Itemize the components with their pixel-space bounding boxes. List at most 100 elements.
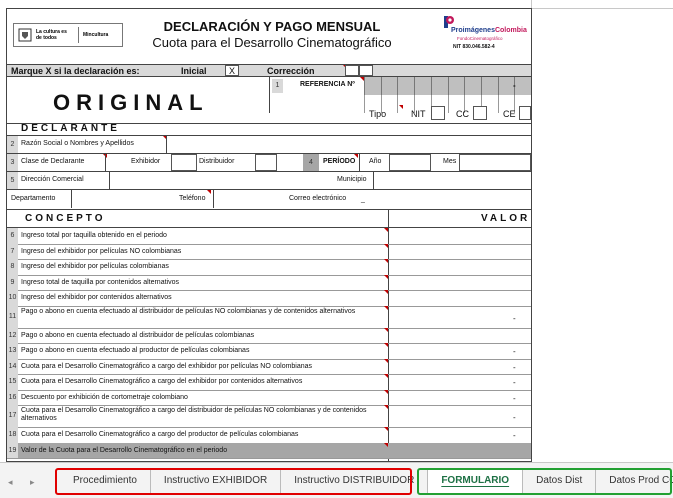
declarante-title: DECLARANTE	[21, 123, 120, 134]
concept-value[interactable]: -	[513, 413, 516, 422]
concept-value[interactable]: -	[513, 378, 516, 387]
divider	[7, 171, 531, 172]
declaration-type-label: Marque X si la declaración es:	[11, 66, 140, 76]
comment-indicator[interactable]	[384, 274, 388, 279]
concepto-title: CONCEPTO	[25, 213, 106, 224]
spreadsheet-area[interactable]: La cultura es de todos Mincultura DECLAR…	[0, 0, 673, 463]
field-number: 2	[7, 136, 18, 153]
distribuidor-checkbox[interactable]	[255, 154, 277, 171]
comment-indicator[interactable]	[384, 358, 388, 363]
periodo-label: PERÍODO	[323, 158, 356, 165]
divider	[7, 343, 531, 344]
correccion-label: Corrección	[267, 66, 315, 76]
comment-indicator[interactable]	[384, 374, 388, 378]
field-number: 5	[7, 172, 18, 189]
ce-checkbox[interactable]	[519, 106, 531, 120]
cc-label: CC	[456, 109, 469, 119]
concept-label: Valor de la Cuota para el Desarrollo Cin…	[21, 446, 228, 454]
cell-border	[359, 154, 360, 171]
divider	[7, 427, 531, 428]
concept-label: Pago o abono en cuenta efectuado al dist…	[21, 331, 255, 339]
proimagenes-logo: ProimágenesColombia FondoCinematográfico…	[439, 13, 531, 57]
concept-label: Pago o abono en cuenta efectuado al dist…	[21, 307, 356, 315]
divider	[7, 458, 531, 459]
field-number: 19	[7, 442, 18, 458]
comment-indicator[interactable]	[384, 228, 388, 232]
id-type-label: Tipo	[369, 109, 387, 119]
concept-label: Cuota para el Desarrollo Cinematográfico…	[21, 378, 303, 385]
mes-label: Mes	[443, 158, 457, 165]
inicial-checkbox[interactable]: X	[225, 65, 239, 76]
anio-input[interactable]	[389, 154, 431, 171]
form-header: La cultura es de todos Mincultura DECLAR…	[7, 9, 531, 64]
cell-border	[109, 172, 110, 189]
logo-divider	[78, 27, 79, 43]
field-number: 11	[7, 305, 18, 328]
comment-indicator[interactable]	[384, 343, 388, 347]
nit-checkbox[interactable]	[431, 106, 445, 120]
cell-border	[373, 172, 374, 189]
comment-indicator[interactable]	[384, 305, 388, 310]
correccion-box-2[interactable]	[359, 65, 373, 76]
next-sheet-icon[interactable]: ▸	[30, 477, 35, 488]
concept-label: Cuota para el Desarrollo Cinematográfico…	[21, 431, 299, 438]
comment-indicator[interactable]	[399, 105, 403, 109]
mes-input[interactable]	[459, 154, 531, 171]
concept-value[interactable]: -	[513, 314, 516, 323]
valor-title: VALOR	[481, 213, 531, 224]
highlight-instructions-tabs	[55, 468, 412, 495]
cell-border	[213, 190, 214, 208]
concept-label: Cuota para el Desarrollo Cinematográfico…	[21, 407, 367, 422]
divider	[7, 243, 531, 245]
comment-indicator[interactable]	[207, 190, 211, 194]
correo-value[interactable]: _	[361, 196, 365, 203]
comment-indicator[interactable]	[384, 405, 388, 409]
copy-type-title: ORIGINAL	[53, 90, 209, 115]
brand-name: ProimágenesColombia	[451, 27, 527, 34]
exhibidor-checkbox[interactable]	[171, 154, 197, 171]
concept-label: Pago o abono en cuenta efectuado al prod…	[21, 347, 250, 354]
comment-indicator[interactable]	[384, 290, 388, 294]
comment-indicator[interactable]	[384, 243, 388, 248]
reference-number-cells[interactable]	[364, 77, 532, 95]
comment-indicator[interactable]	[384, 442, 388, 447]
telefono-label: Teléfono	[179, 195, 206, 202]
field-number: 1	[272, 79, 283, 93]
concept-label: Cuota para el Desarrollo Cinematográfico…	[21, 362, 313, 370]
field-number: 15	[7, 374, 18, 390]
comment-indicator[interactable]	[384, 327, 388, 332]
comment-indicator[interactable]	[384, 389, 388, 394]
comment-indicator[interactable]	[384, 259, 388, 263]
field-number: 9	[7, 274, 18, 290]
correccion-checkbox[interactable]	[345, 65, 359, 76]
value-column-border	[388, 209, 389, 463]
concept-value[interactable]: -	[513, 431, 516, 440]
divider	[7, 327, 531, 329]
divider	[7, 227, 531, 228]
ce-label: CE	[503, 109, 516, 119]
field-number: 7	[7, 243, 18, 259]
divider	[7, 389, 531, 391]
correo-label: Correo electrónico	[289, 195, 347, 202]
prev-sheet-icon[interactable]: ◂	[8, 477, 13, 488]
divider	[7, 259, 531, 260]
concept-value[interactable]: -	[513, 347, 516, 356]
concept-value[interactable]: -	[513, 363, 516, 372]
concept-value[interactable]: -	[513, 394, 516, 403]
divider	[7, 135, 531, 136]
concept-label: Ingreso total de taquilla por contenidos…	[21, 278, 179, 286]
nit-label: NIT	[411, 109, 426, 119]
comment-indicator[interactable]	[384, 427, 388, 431]
sheet-tab-bar: ◂ ▸ Procedimiento Instructivo EXHIBIDOR …	[0, 462, 673, 498]
anio-label: Año	[369, 158, 382, 165]
divider	[7, 405, 531, 406]
highlight-form-tabs	[417, 468, 672, 495]
comment-indicator[interactable]	[354, 154, 358, 158]
brand-subtitle: FondoCinematográfico	[457, 36, 503, 41]
divider	[7, 274, 531, 276]
cc-checkbox[interactable]	[473, 106, 487, 120]
divider	[7, 189, 531, 190]
concept-label: Descuento por exhibición de cortometraje…	[21, 393, 188, 401]
concept-label: Ingreso del exhibidor por películas NO c…	[21, 247, 182, 255]
razon-social-label: Razón Social o Nombres y Apellidos	[21, 140, 134, 147]
